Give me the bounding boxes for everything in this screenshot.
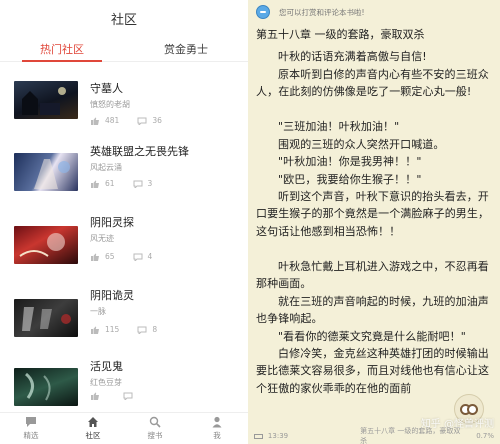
like-icon bbox=[91, 392, 99, 400]
like-count: 65 bbox=[105, 252, 115, 261]
list-item[interactable]: 阴阳灵探 风无迹 65 4 bbox=[0, 208, 248, 281]
search-icon bbox=[149, 416, 161, 428]
book-stats: 115 8 bbox=[90, 325, 175, 334]
like-icon bbox=[91, 180, 99, 188]
book-cover bbox=[14, 368, 78, 406]
book-stats: 481 36 bbox=[90, 116, 180, 125]
book-author: 一脉 bbox=[90, 307, 106, 316]
mascot-icon bbox=[256, 5, 270, 19]
person-icon bbox=[212, 416, 222, 428]
like-icon bbox=[91, 253, 99, 261]
paragraph: 围观的三班的众人突然开口喊道。 bbox=[278, 138, 445, 151]
comment-icon bbox=[137, 326, 147, 334]
book-cover bbox=[14, 81, 78, 119]
reading-progress: 0.7% bbox=[476, 432, 494, 440]
nav-label: 社区 bbox=[85, 431, 101, 440]
like-icon bbox=[91, 326, 99, 334]
footer-chapter: 第五十八章 一级的套路，豪取双杀 bbox=[360, 427, 461, 444]
tab-hot-community[interactable]: 热门社区 bbox=[0, 36, 124, 62]
comment-count: 3 bbox=[147, 179, 153, 188]
like-count: 115 bbox=[105, 325, 120, 334]
book-title: 守墓人 bbox=[90, 82, 123, 95]
paragraph: "三班加油！叶秋加油！" bbox=[278, 120, 400, 133]
community-panel: 社区 热门社区 赏金勇士 守墓人 慎怒的老胡 481 36 英雄联盟之无畏先锋 bbox=[0, 0, 248, 444]
home-icon bbox=[88, 417, 98, 427]
comment-count: 36 bbox=[152, 116, 162, 125]
nav-search-books[interactable]: 搜书 bbox=[124, 413, 186, 444]
tab-bounty-warriors[interactable]: 赏金勇士 bbox=[124, 36, 248, 61]
paragraph: 叶秋的话语充满着高傲与自信! bbox=[278, 50, 427, 63]
comment-count: 8 bbox=[152, 325, 158, 334]
book-stats bbox=[90, 392, 156, 400]
like-count: 61 bbox=[105, 179, 115, 188]
comment-icon bbox=[133, 180, 143, 188]
nav-me[interactable]: 我 bbox=[186, 413, 248, 444]
paragraph: 白修冷笑，金克丝这种英雄打团的时候输出要比德莱文容易很多，而且对线他也有信心让这… bbox=[256, 347, 490, 395]
paragraph: "看看你的德莱文究竟是什么能耐吧！" bbox=[278, 330, 466, 343]
nav-community[interactable]: 社区 bbox=[62, 413, 124, 444]
comment-count: 4 bbox=[147, 252, 153, 261]
list-item[interactable]: 守墓人 慎怒的老胡 481 36 bbox=[0, 62, 248, 135]
like-count: 481 bbox=[105, 116, 120, 125]
paragraph: 叶秋急忙戴上耳机进入游戏之中，不忍再看那种画面。 bbox=[256, 260, 489, 291]
book-author: 风无迹 bbox=[90, 234, 114, 243]
chapter-title: 第五十八章 一级的套路，豪取双杀 bbox=[256, 28, 425, 41]
nav-label: 我 bbox=[213, 431, 221, 440]
clock: 13:39 bbox=[267, 432, 289, 440]
paragraph: "欧巴，我要给你生猴子！！" bbox=[278, 173, 422, 186]
book-cover bbox=[14, 153, 78, 191]
banner-text: 您可以打赏和评论本书啦! bbox=[279, 7, 365, 17]
reader-footer: 13:39 第五十八章 一级的套路，豪取双杀 0.7% bbox=[254, 427, 494, 444]
bottom-nav: 精选 社区 搜书 我 bbox=[0, 412, 248, 444]
book-title: 阴阳灵探 bbox=[90, 216, 134, 229]
chat-icon bbox=[26, 417, 36, 427]
paragraph: "叶秋加油！你是我男神！！" bbox=[278, 155, 422, 168]
book-cover bbox=[14, 226, 78, 264]
paragraph: 就在三班的声音响起的时候，九班的加油声也争锋响起。 bbox=[256, 295, 489, 326]
nav-label: 搜书 bbox=[147, 431, 163, 440]
book-title: 阴阳诡灵 bbox=[90, 289, 134, 302]
book-stats: 65 4 bbox=[90, 252, 170, 261]
comment-icon bbox=[133, 253, 143, 261]
tab-bar: 热门社区 赏金勇士 bbox=[0, 36, 248, 62]
book-stats: 61 3 bbox=[90, 179, 170, 188]
book-title: 活见鬼 bbox=[90, 360, 123, 373]
book-list: 守墓人 慎怒的老胡 481 36 英雄联盟之无畏先锋 风起云涌 61 3 阴阳灵… bbox=[0, 62, 248, 427]
book-author: 红色豆芽 bbox=[90, 378, 122, 387]
page-title: 社区 bbox=[110, 12, 137, 28]
like-icon bbox=[91, 117, 99, 125]
nav-label: 精选 bbox=[23, 431, 39, 440]
paragraph: 原本听到白修的声音内心有些不安的三班众人，在此刻的仿佛像是吃了一颗定心丸一般! bbox=[256, 68, 489, 99]
comment-icon bbox=[137, 117, 147, 125]
list-item[interactable]: 英雄联盟之无畏先锋 风起云涌 61 3 bbox=[0, 135, 248, 208]
battery-icon bbox=[254, 433, 263, 439]
paragraph: 听到这个声音，叶秋下意识的抬头看去，开口要生猴子的那个竟然是一个满脸麻子的男生，… bbox=[256, 190, 490, 238]
comment-icon bbox=[123, 392, 133, 400]
book-author: 风起云涌 bbox=[90, 163, 122, 172]
book-author: 慎怒的老胡 bbox=[90, 100, 130, 109]
list-item[interactable]: 阴阳诡灵 一脉 115 8 bbox=[0, 281, 248, 354]
nav-featured[interactable]: 精选 bbox=[0, 413, 62, 444]
book-title: 英雄联盟之无畏先锋 bbox=[90, 145, 189, 158]
reader-panel: 您可以打赏和评论本书啦! 第五十八章 一级的套路，豪取双杀 叶秋的话语充满着高傲… bbox=[248, 0, 500, 444]
reward-banner[interactable]: 您可以打赏和评论本书啦! bbox=[248, 0, 500, 24]
book-cover bbox=[14, 299, 78, 337]
